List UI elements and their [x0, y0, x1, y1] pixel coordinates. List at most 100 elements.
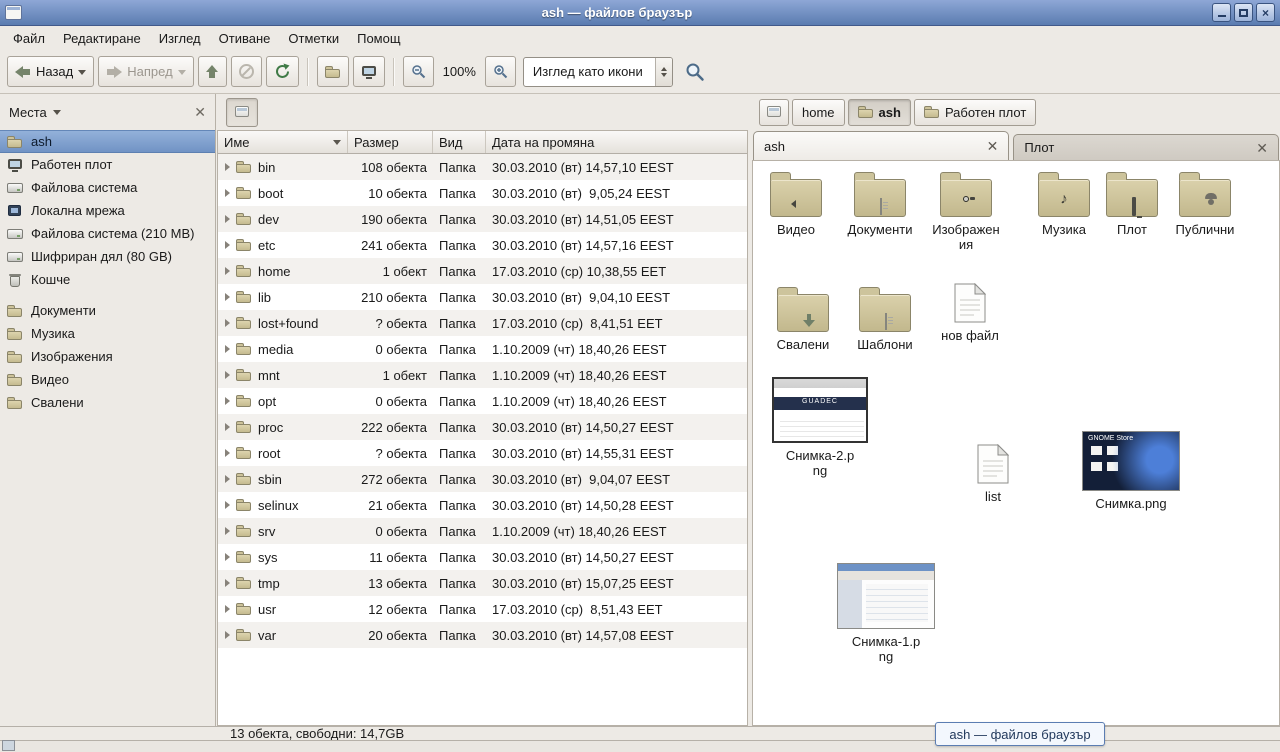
forward-button[interactable]: Напред	[98, 56, 193, 87]
chevron-down-icon[interactable]	[78, 70, 86, 79]
table-row[interactable]: var20 обектаПапка30.03.2010 (вт) 14,57,0…	[218, 622, 747, 648]
stop-button[interactable]	[231, 56, 262, 87]
maximize-button[interactable]	[1234, 3, 1253, 22]
breadcrumb-home[interactable]: home	[792, 99, 845, 126]
table-row[interactable]: opt0 обектаПапка1.10.2009 (чт) 18,40,26 …	[218, 388, 747, 414]
icon-item-pictures[interactable]: Изображения	[924, 171, 1008, 252]
expander-icon[interactable]	[225, 319, 230, 327]
sidebar-item-pictures[interactable]: Изображения	[0, 345, 215, 368]
sidebar-item-local-network[interactable]: Локална мрежа	[0, 199, 215, 222]
expander-icon[interactable]	[225, 579, 230, 587]
table-row[interactable]: proc222 обектаПапка30.03.2010 (вт) 14,50…	[218, 414, 747, 440]
sidebar-item-music[interactable]: Музика	[0, 322, 215, 345]
menu-view[interactable]: Изглед	[150, 28, 210, 49]
minimize-button[interactable]	[1212, 3, 1231, 22]
icon-item-desktop[interactable]: Плот	[1090, 171, 1174, 237]
table-row[interactable]: srv0 обектаПапка1.10.2009 (чт) 18,40,26 …	[218, 518, 747, 544]
table-row[interactable]: mnt1 обектПапка1.10.2009 (чт) 18,40,26 E…	[218, 362, 747, 388]
icon-item-video[interactable]: Видео	[754, 171, 838, 237]
expander-icon[interactable]	[225, 267, 230, 275]
show-desktop-icon[interactable]	[2, 740, 15, 751]
tab-close-icon[interactable]: ✕	[987, 139, 999, 153]
view-mode-select[interactable]: Изглед като икони	[523, 57, 673, 87]
sidebar-item-downloads[interactable]: Свалени	[0, 391, 215, 414]
sidebar-item-videos[interactable]: Видео	[0, 368, 215, 391]
expander-icon[interactable]	[225, 553, 230, 561]
table-row[interactable]: sbin272 обектаПапка30.03.2010 (вт) 9,04,…	[218, 466, 747, 492]
expander-icon[interactable]	[225, 241, 230, 249]
menu-bookmarks[interactable]: Отметки	[279, 28, 348, 49]
back-button[interactable]: Назад	[7, 56, 94, 87]
expander-icon[interactable]	[225, 397, 230, 405]
sidebar-item-documents[interactable]: Документи	[0, 299, 215, 322]
combo-spinner[interactable]	[655, 58, 672, 86]
breadcrumb-ash[interactable]: ash	[848, 99, 911, 126]
close-button[interactable]: ×	[1256, 3, 1275, 22]
expander-icon[interactable]	[225, 605, 230, 613]
expander-icon[interactable]	[225, 345, 230, 353]
column-header-type[interactable]: Вид	[433, 131, 486, 153]
icon-item-snimka2[interactable]: GUADEC Снимка-2.png	[772, 377, 868, 478]
table-row[interactable]: media0 обектаПапка1.10.2009 (чт) 18,40,2…	[218, 336, 747, 362]
sidebar-item-ash[interactable]: ash	[0, 130, 215, 153]
table-row[interactable]: root? обектаПапка30.03.2010 (вт) 14,55,3…	[218, 440, 747, 466]
tab-ash[interactable]: ash ✕	[753, 131, 1009, 160]
column-header-date[interactable]: Дата на промяна	[486, 131, 747, 153]
table-row[interactable]: bin108 обектаПапка30.03.2010 (вт) 14,57,…	[218, 154, 747, 180]
sidebar-close-icon[interactable]: ✕	[194, 105, 206, 119]
breadcrumb-root-button[interactable]	[759, 99, 789, 126]
menu-file[interactable]: Файл	[4, 28, 54, 49]
table-row[interactable]: tmp13 обектаПапка30.03.2010 (вт) 15,07,2…	[218, 570, 747, 596]
titlebar[interactable]: ash — файлов браузър ×	[0, 0, 1280, 26]
table-row[interactable]: usr12 обектаПапка17.03.2010 (ср) 8,51,43…	[218, 596, 747, 622]
taskbar-window-button[interactable]: ash — файлов браузър	[935, 722, 1105, 746]
table-row[interactable]: boot10 обектаПапка30.03.2010 (вт) 9,05,2…	[218, 180, 747, 206]
expander-icon[interactable]	[225, 527, 230, 535]
sidebar-selector-chevron-icon[interactable]	[53, 110, 61, 119]
expander-icon[interactable]	[225, 423, 230, 431]
menu-go[interactable]: Отиване	[210, 28, 280, 49]
sidebar-item-trash[interactable]: Кошче	[0, 268, 215, 291]
zoom-in-button[interactable]	[485, 56, 516, 87]
tab-close-icon[interactable]: ✕	[1256, 141, 1268, 155]
computer-button[interactable]	[353, 56, 385, 87]
icon-item-templates[interactable]: Шаблони	[843, 286, 927, 352]
table-row[interactable]: home1 обектПапка17.03.2010 (ср) 10,38,55…	[218, 258, 747, 284]
icon-item-documents[interactable]: Документи	[838, 171, 922, 237]
expander-icon[interactable]	[225, 501, 230, 509]
icon-item-snimka1[interactable]: Снимка-1.png	[836, 563, 936, 664]
expander-icon[interactable]	[225, 215, 230, 223]
icon-item-public[interactable]: Публични	[1163, 171, 1247, 237]
home-button[interactable]	[317, 56, 349, 87]
zoom-out-button[interactable]	[403, 56, 434, 87]
table-row[interactable]: lib210 обектаПапка30.03.2010 (вт) 9,04,1…	[218, 284, 747, 310]
table-row[interactable]: lost+found? обектаПапка17.03.2010 (ср) 8…	[218, 310, 747, 336]
icon-item-downloads[interactable]: Свалени	[761, 286, 845, 352]
expander-icon[interactable]	[225, 293, 230, 301]
icon-item-snimka[interactable]: GNOME Store Снимка.png	[1081, 431, 1181, 511]
table-row[interactable]: sys11 обектаПапка30.03.2010 (вт) 14,50,2…	[218, 544, 747, 570]
search-button[interactable]	[677, 56, 713, 87]
breadcrumb-desktop[interactable]: Работен плот	[914, 99, 1036, 126]
expander-icon[interactable]	[225, 371, 230, 379]
tab-plot[interactable]: Плот ✕	[1013, 134, 1279, 160]
expander-icon[interactable]	[225, 631, 230, 639]
expander-icon[interactable]	[225, 475, 230, 483]
sidebar-item-desktop[interactable]: Работен плот	[0, 153, 215, 176]
sidebar-item-filesystem[interactable]: Файлова система	[0, 176, 215, 199]
expander-icon[interactable]	[225, 449, 230, 457]
table-row[interactable]: etc241 обектаПапка30.03.2010 (вт) 14,57,…	[218, 232, 747, 258]
icon-item-list[interactable]: list	[951, 444, 1035, 504]
up-button[interactable]	[198, 56, 227, 87]
expander-icon[interactable]	[225, 189, 230, 197]
icon-view[interactable]: Видео Документи Изображения Музика Плот …	[752, 160, 1280, 726]
root-location-button[interactable]	[226, 98, 258, 127]
expander-icon[interactable]	[225, 163, 230, 171]
column-header-size[interactable]: Размер	[348, 131, 433, 153]
reload-button[interactable]	[266, 56, 299, 87]
sidebar-item-encrypted-80gb[interactable]: Шифриран дял (80 GB)	[0, 245, 215, 268]
table-row[interactable]: dev190 обектаПапка30.03.2010 (вт) 14,51,…	[218, 206, 747, 232]
sidebar-item-filesystem-210mb[interactable]: Файлова система (210 MB)	[0, 222, 215, 245]
icon-item-new-file[interactable]: нов файл	[928, 283, 1012, 343]
column-header-name[interactable]: Име	[218, 131, 348, 153]
